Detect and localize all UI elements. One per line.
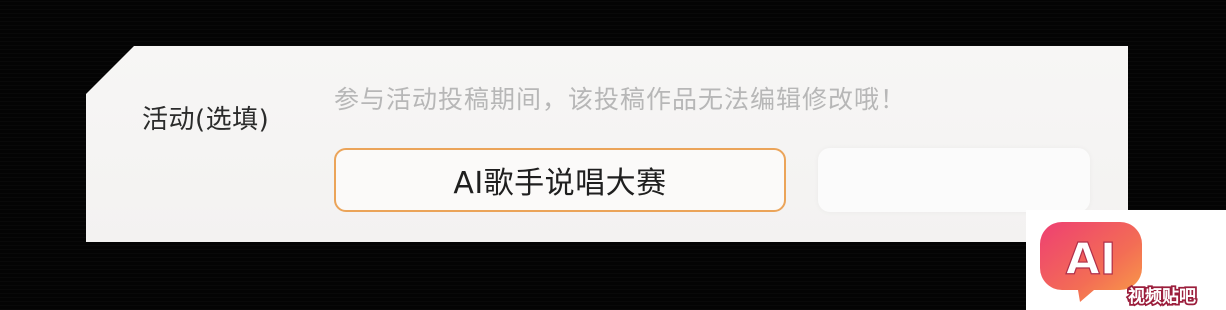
watermark-caption: 视频贴吧 [1128,286,1196,307]
watermark-logo-icon: AI 视频贴吧 [1040,222,1198,309]
activity-option-empty[interactable] [818,148,1090,212]
watermark-logo-text: AI [1066,234,1116,285]
activity-option-selected[interactable]: AI歌手说唱大赛 [334,148,786,212]
activity-hint-text: 参与活动投稿期间，该投稿作品无法编辑修改哦！ [334,85,907,114]
screen: 活动(选填) 参与活动投稿期间，该投稿作品无法编辑修改哦！ AI歌手说唱大赛 A… [0,0,1226,310]
activity-field-label: 活动(选填) [142,105,270,135]
activity-form-panel: 活动(选填) 参与活动投稿期间，该投稿作品无法编辑修改哦！ AI歌手说唱大赛 [86,46,1128,242]
activity-option-label: AI歌手说唱大赛 [453,166,667,201]
watermark-logo: AI 视频贴吧 [1026,210,1226,310]
